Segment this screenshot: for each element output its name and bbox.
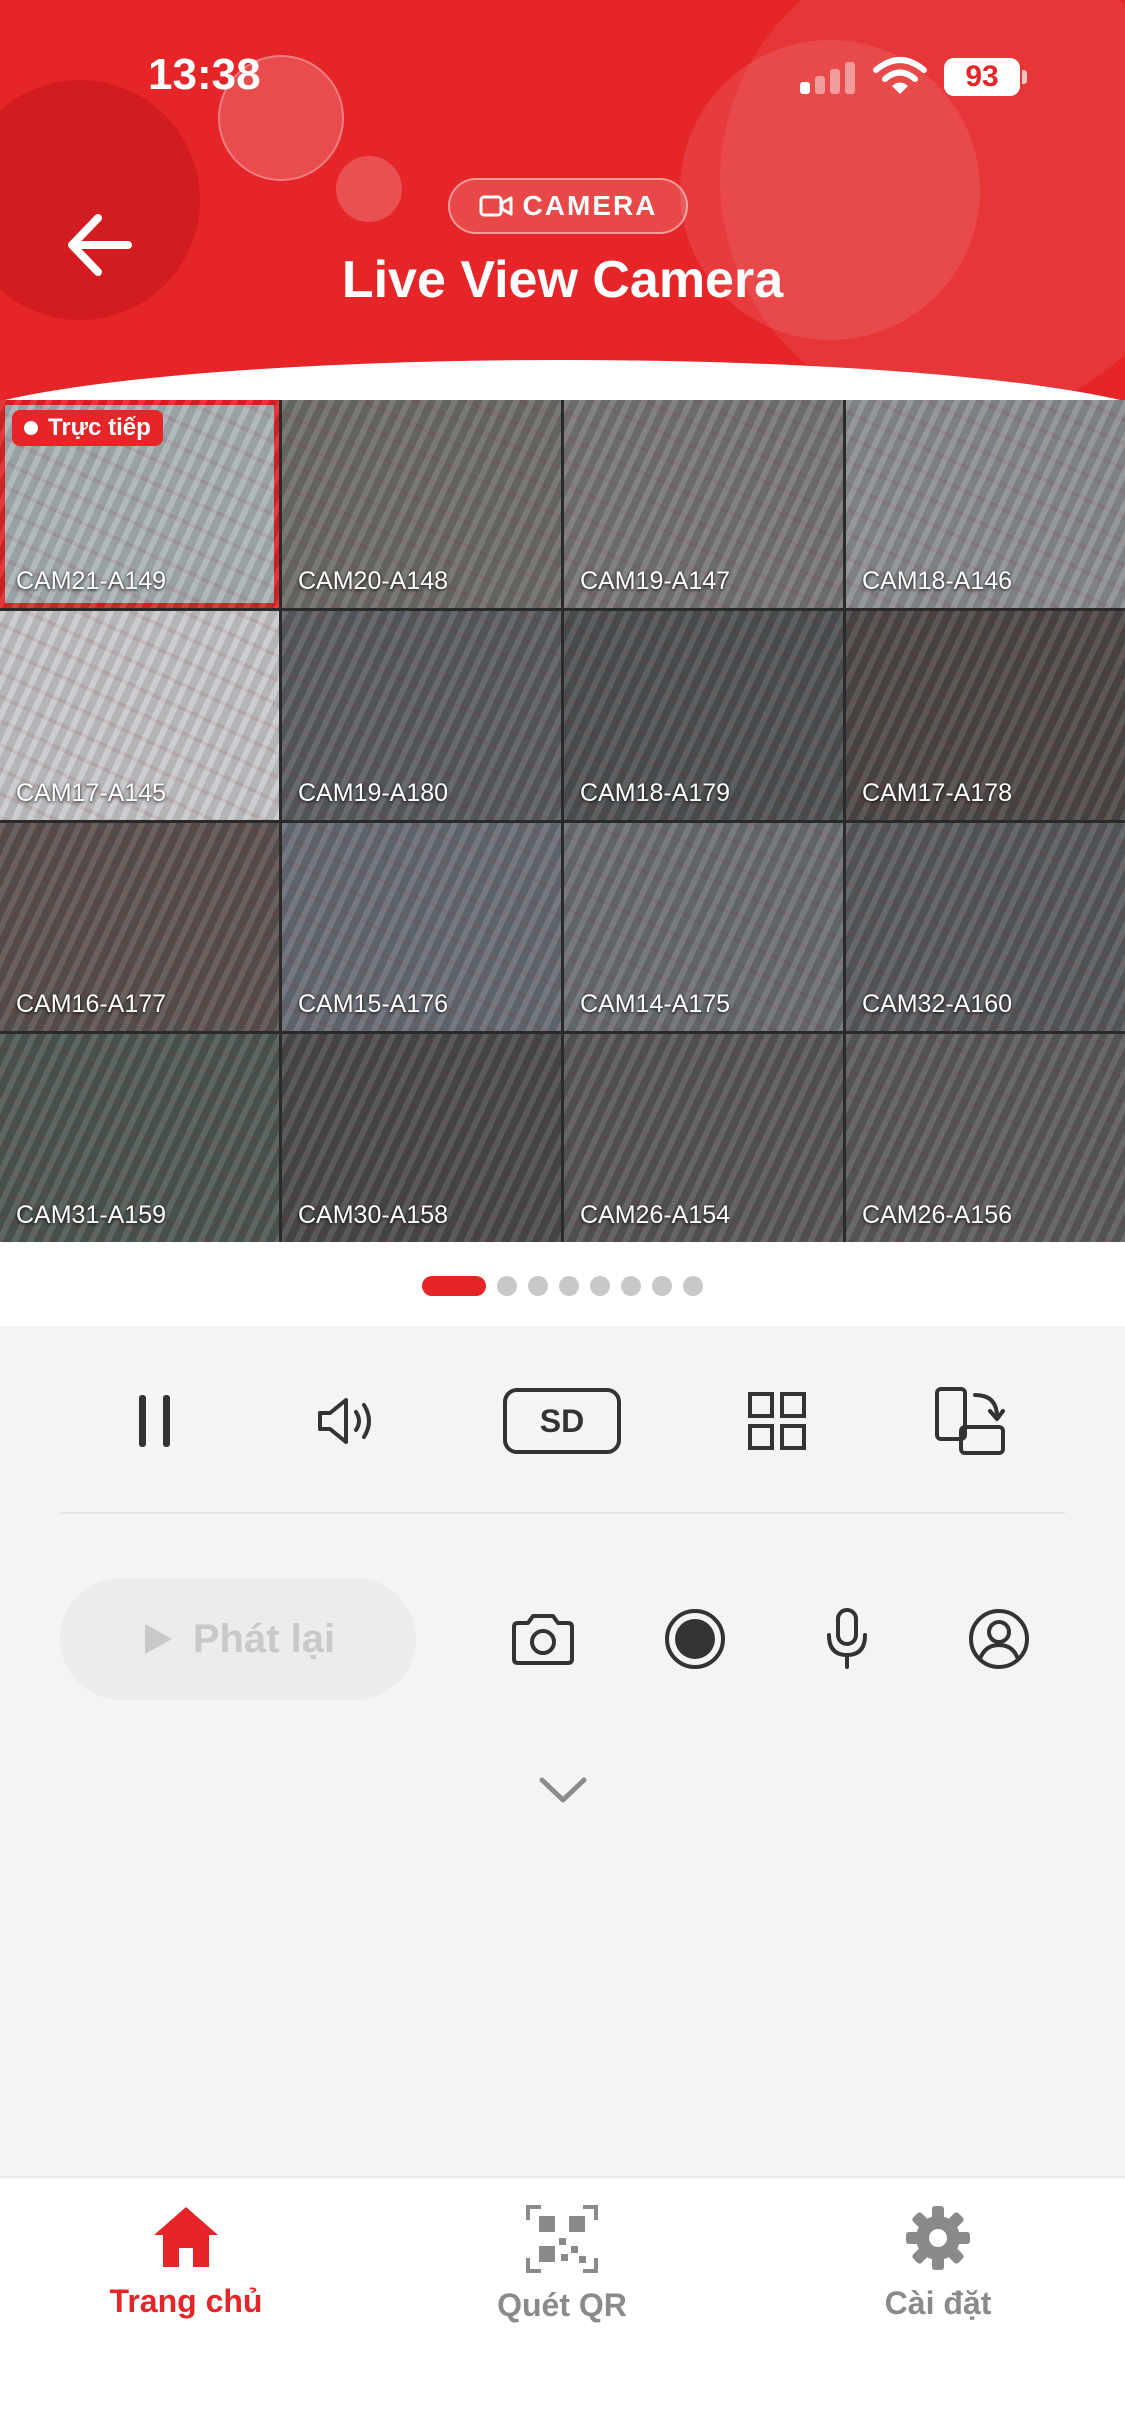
camera-label: CAM21-A149 bbox=[16, 567, 167, 596]
camera-tile[interactable]: CAM16-A177 bbox=[0, 822, 279, 1031]
nav-home[interactable]: Trang chủ bbox=[56, 2204, 316, 2320]
camera-tile[interactable]: CAM17-A178 bbox=[846, 611, 1125, 820]
camera-tile[interactable]: CAM31-A159 bbox=[0, 1033, 279, 1242]
camera-label: CAM19-A147 bbox=[580, 567, 731, 596]
camera-icon bbox=[512, 1614, 574, 1665]
snapshot-button[interactable] bbox=[508, 1604, 578, 1674]
camera-tile[interactable]: CAM30-A158 bbox=[282, 1033, 561, 1242]
page-dot[interactable] bbox=[528, 1276, 548, 1296]
wifi-icon bbox=[873, 57, 927, 94]
pause-button[interactable] bbox=[120, 1386, 190, 1456]
status-time: 13:38 bbox=[148, 50, 261, 99]
live-dot-icon bbox=[24, 421, 38, 435]
page-indicator bbox=[0, 1276, 1125, 1296]
camera-label: CAM14-A175 bbox=[580, 989, 731, 1018]
rotate-screen-icon bbox=[935, 1387, 1005, 1455]
home-icon bbox=[154, 2207, 218, 2267]
pause-icon bbox=[139, 1395, 170, 1447]
microphone-icon bbox=[827, 1608, 867, 1669]
page-dot[interactable] bbox=[559, 1276, 579, 1296]
camera-tile[interactable]: CAM18-A179 bbox=[564, 611, 843, 820]
rotate-screen-button[interactable] bbox=[930, 1384, 1010, 1458]
user-circle-icon bbox=[969, 1609, 1029, 1669]
gear-icon bbox=[906, 2206, 970, 2270]
camera-label: CAM26-A154 bbox=[580, 1201, 731, 1229]
camera-chip: CAMERA bbox=[448, 178, 688, 234]
camera-tile[interactable]: CAM17-A145 bbox=[0, 611, 279, 820]
nav-settings[interactable]: Cài đặt bbox=[808, 2204, 1068, 2322]
cellular-signal-icon bbox=[800, 60, 856, 94]
live-badge: Trực tiếp bbox=[12, 410, 163, 446]
nav-home-label: Trang chủ bbox=[109, 2283, 263, 2319]
replay-button[interactable]: Phát lại bbox=[60, 1578, 416, 1700]
battery-icon: 93 bbox=[944, 58, 1020, 96]
video-camera-icon bbox=[479, 195, 513, 217]
quality-button[interactable]: SD bbox=[502, 1386, 622, 1456]
camera-tile[interactable]: CAM20-A148 bbox=[282, 400, 561, 609]
camera-tile[interactable]: CAM19-A180 bbox=[282, 611, 561, 820]
camera-label: CAM17-A178 bbox=[862, 778, 1013, 807]
camera-label: CAM18-A179 bbox=[580, 778, 731, 807]
nav-settings-label: Cài đặt bbox=[884, 2285, 992, 2321]
chevron-down-icon[interactable] bbox=[536, 1770, 590, 1810]
camera-tile[interactable]: CAM18-A146 bbox=[846, 400, 1125, 609]
record-button[interactable] bbox=[660, 1604, 730, 1674]
page-dot[interactable] bbox=[621, 1276, 641, 1296]
quality-label: SD bbox=[503, 1388, 621, 1454]
page-dot[interactable] bbox=[590, 1276, 610, 1296]
camera-label: CAM16-A177 bbox=[16, 989, 167, 1018]
camera-tile[interactable]: CAM14-A175 bbox=[564, 822, 843, 1031]
page-dot[interactable] bbox=[652, 1276, 672, 1296]
chip-label: CAMERA bbox=[522, 190, 658, 221]
camera-label: CAM19-A180 bbox=[298, 778, 449, 807]
grid-layout-button[interactable] bbox=[742, 1386, 812, 1456]
decor-bubble bbox=[336, 156, 402, 222]
camera-label: CAM30-A158 bbox=[298, 1201, 449, 1229]
camera-label: CAM18-A146 bbox=[862, 567, 1013, 596]
camera-tile[interactable]: CAM32-A160 bbox=[846, 822, 1125, 1031]
page-dot[interactable] bbox=[683, 1276, 703, 1296]
play-icon bbox=[144, 1624, 172, 1654]
camera-label: CAM32-A160 bbox=[862, 989, 1013, 1018]
nav-qr-label: Quét QR bbox=[497, 2287, 627, 2323]
speaker-icon bbox=[318, 1398, 371, 1444]
page-title: Live View Camera bbox=[341, 251, 784, 309]
camera-label: CAM31-A159 bbox=[16, 1201, 167, 1229]
camera-label: CAM15-A176 bbox=[298, 989, 449, 1018]
camera-tile[interactable]: CAM19-A147 bbox=[564, 400, 843, 609]
camera-grid: CAM21-A149 Trực tiếp CAM20-A148 CAM19-A147 C… bbox=[0, 400, 1125, 1242]
battery-tip bbox=[1022, 70, 1027, 84]
header: 13:38 93 CAMERA Live View Camera bbox=[0, 0, 1125, 400]
volume-button[interactable] bbox=[312, 1386, 384, 1456]
camera-tile[interactable]: CAM15-A176 bbox=[282, 822, 561, 1031]
replay-label: Phát lại bbox=[192, 1616, 336, 1661]
camera-tile[interactable]: CAM26-A156 bbox=[846, 1033, 1125, 1242]
microphone-button[interactable] bbox=[812, 1604, 882, 1674]
camera-label: CAM17-A145 bbox=[16, 778, 167, 807]
profile-button[interactable] bbox=[964, 1604, 1034, 1674]
nav-qr[interactable]: Quét QR bbox=[432, 2204, 692, 2324]
camera-tile[interactable]: CAM21-A149 Trực tiếp bbox=[0, 400, 279, 609]
divider bbox=[60, 1512, 1065, 1514]
camera-tile[interactable]: CAM26-A154 bbox=[564, 1033, 843, 1242]
camera-label: CAM20-A148 bbox=[298, 567, 449, 596]
page-dot[interactable] bbox=[422, 1276, 486, 1296]
record-icon bbox=[665, 1609, 725, 1669]
qr-code-icon bbox=[526, 2205, 598, 2273]
bottom-nav: Trang chủ Quét QR Cài đặt bbox=[0, 2176, 1125, 2436]
grid-icon bbox=[748, 1392, 806, 1450]
playback-controls: SD bbox=[0, 1380, 1125, 1460]
page-dot[interactable] bbox=[497, 1276, 517, 1296]
live-badge-label: Trực tiếp bbox=[48, 414, 151, 441]
camera-label: CAM26-A156 bbox=[862, 1201, 1013, 1229]
